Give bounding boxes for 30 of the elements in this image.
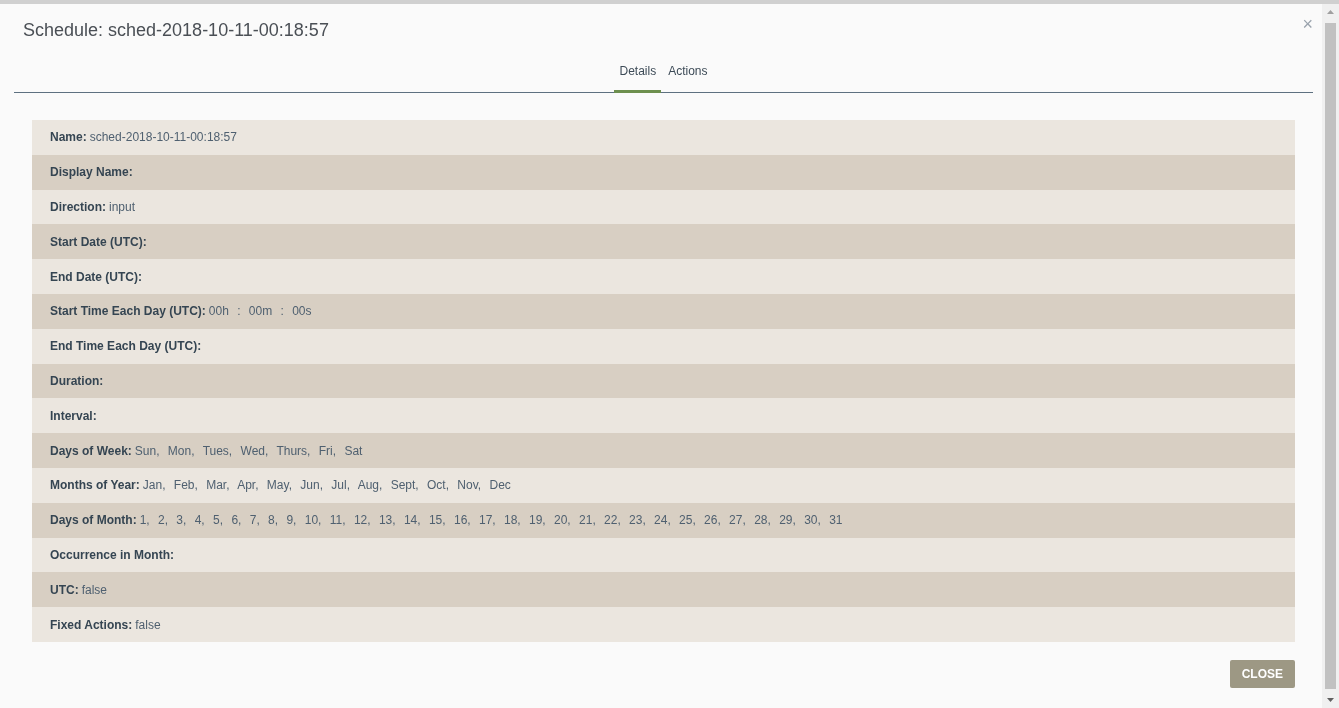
field-label: Fixed Actions: xyxy=(50,617,133,632)
scroll-up-icon[interactable] xyxy=(1327,10,1334,14)
field-label: End Time Each Day (UTC): xyxy=(50,339,202,354)
field-value: input xyxy=(109,200,136,214)
field-label: Days of Month: xyxy=(50,513,137,528)
dialog-title: Schedule: sched-2018-10-11-00:18:57 xyxy=(23,20,329,41)
tab[interactable]: Actions xyxy=(663,56,713,93)
field-label: Name: xyxy=(50,130,87,145)
field-value: Sun, Mon, Tues, Wed, Thurs, Fri, Sat xyxy=(134,443,363,458)
field-label: End Date (UTC): xyxy=(50,269,142,284)
field-label: Days of Week: xyxy=(50,443,132,458)
field-value: false xyxy=(81,582,108,597)
field-value: Jan, Feb, Mar, Apr, May, Jun, Jul, Aug, Sept, Oct, Nov, Dec xyxy=(142,478,511,493)
field-label: Start Time Each Day (UTC): xyxy=(50,304,206,319)
field-label: Duration: xyxy=(50,373,104,388)
scrollbar[interactable] xyxy=(1322,4,1339,708)
field-label: UTC: xyxy=(50,582,79,597)
field-label: Interval: xyxy=(50,408,97,423)
field-label: Display Name: xyxy=(50,165,133,180)
scrollbar-thumb[interactable] xyxy=(1325,23,1336,689)
field-label: Direction: xyxy=(50,200,106,214)
field-value: 00h : 00m : 00s xyxy=(208,304,312,319)
field-value: false xyxy=(135,617,161,632)
field-value: 1, 2, 3, 4, 5, 6, 7, 8, 9, 10, 11, 12, 13, 14, 15, 16, 17, 18, 19, 20, 21, 22, 23, 24, 25, 26, 27, 28, 29, 30, 31 xyxy=(139,513,843,528)
field-label: Start Date (UTC): xyxy=(50,234,147,249)
field-label: Occurrence in Month: xyxy=(50,547,174,562)
scroll-down-icon[interactable] xyxy=(1327,698,1334,702)
field-label: Months of Year: xyxy=(50,478,140,493)
tab[interactable]: Details xyxy=(614,56,662,93)
field-value: sched-2018-10-11-00:18:57 xyxy=(89,130,237,145)
